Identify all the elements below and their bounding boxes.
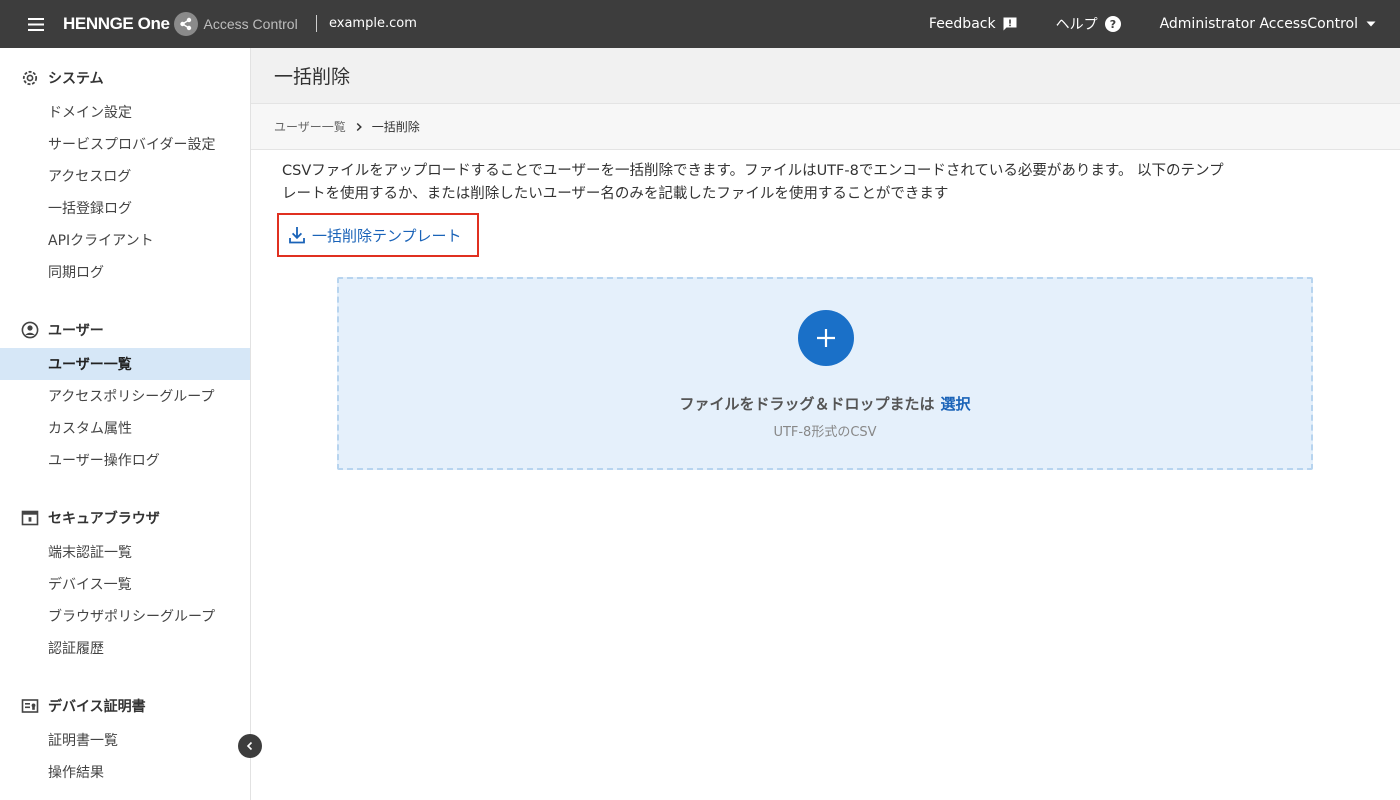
sidebar-item-custom-attributes[interactable]: カスタム属性	[0, 412, 250, 444]
gear-icon	[20, 68, 40, 88]
sidebar-section-device-certificates: デバイス証明書	[20, 695, 146, 717]
sidebar-item-access-log[interactable]: アクセスログ	[0, 160, 250, 192]
breadcrumb: ユーザー一覧 一括削除	[251, 104, 1400, 150]
dropzone-instruction: ファイルをドラッグ＆ドロップまたは 選択	[339, 393, 1311, 414]
feedback-label: Feedback	[928, 16, 996, 32]
sidebar-section-users: ユーザー	[20, 319, 104, 341]
logo-mark-icon	[173, 12, 198, 36]
download-template-label: 一括削除テンプレート	[312, 226, 462, 245]
product-name: Access Control	[203, 16, 298, 32]
sidebar-item-terminal-auth[interactable]: 端末認証一覧	[0, 536, 250, 568]
description-line-1: CSVファイルをアップロードすることでユーザーを一括削除できます。ファイルはUT…	[282, 163, 1224, 179]
user-circle-icon	[20, 320, 40, 340]
feedback-button[interactable]: Feedback	[929, 16, 1018, 32]
header-divider	[316, 15, 317, 32]
top-bar: HENNGE One Access Control example.com Fe…	[0, 0, 1400, 48]
sidebar: システム ドメイン設定 サービスプロバイダー設定 アクセスログ 一括登録ログ A…	[0, 48, 251, 800]
description-line-2: レートを使用するか、または削除したいユーザー名のみを記載したファイルを使用するこ…	[282, 186, 949, 202]
app-logo[interactable]: HENNGE One Access Control	[63, 12, 298, 36]
section-title: セキュアブラウザ	[48, 511, 160, 527]
sidebar-item-sp-settings[interactable]: サービスプロバイダー設定	[0, 128, 250, 160]
browser-window-icon	[20, 508, 40, 528]
download-icon	[288, 225, 306, 245]
chevron-right-icon	[354, 122, 364, 132]
feedback-icon	[1002, 16, 1018, 32]
sidebar-item-domain-settings[interactable]: ドメイン設定	[0, 96, 250, 128]
sidebar-item-api-clients[interactable]: APIクライアント	[0, 224, 250, 256]
sidebar-item-user-operation-log[interactable]: ユーザー操作ログ	[0, 444, 250, 476]
sidebar-item-bulk-register-log[interactable]: 一括登録ログ	[0, 192, 250, 224]
certificate-card-icon	[20, 696, 40, 716]
download-template-link[interactable]: 一括削除テンプレート	[277, 213, 479, 257]
plus-icon	[817, 329, 835, 347]
menu-icon[interactable]	[0, 0, 72, 48]
sidebar-item-certificate-list[interactable]: 証明書一覧	[0, 724, 250, 756]
select-file-link[interactable]: 選択	[941, 395, 971, 413]
section-title: デバイス証明書	[48, 699, 146, 715]
user-menu-button[interactable]: Administrator AccessControl	[1160, 16, 1378, 32]
help-label: ヘルプ	[1055, 17, 1098, 33]
breadcrumb-user-list[interactable]: ユーザー一覧	[274, 118, 346, 135]
page-title: 一括削除	[274, 66, 351, 88]
page-header: 一括削除	[251, 48, 1400, 104]
dropzone-main-text: ファイルをドラッグ＆ドロップまたは	[679, 395, 935, 413]
sidebar-item-sync-log[interactable]: 同期ログ	[0, 256, 250, 288]
tenant-domain: example.com	[329, 16, 417, 31]
user-name: Administrator AccessControl	[1159, 16, 1358, 32]
help-button[interactable]: ヘルプ ?	[1056, 14, 1122, 34]
add-file-button[interactable]	[798, 310, 854, 366]
sidebar-item-operation-results[interactable]: 操作結果	[0, 756, 250, 788]
sidebar-item-auth-history[interactable]: 認証履歴	[0, 632, 250, 664]
logo-text: HENNGE One	[63, 14, 170, 33]
file-dropzone[interactable]: ファイルをドラッグ＆ドロップまたは 選択 UTF-8形式のCSV	[337, 277, 1313, 470]
sidebar-item-access-policy-groups[interactable]: アクセスポリシーグループ	[0, 380, 250, 412]
chevron-left-icon	[246, 741, 253, 751]
section-title: ユーザー	[48, 323, 104, 339]
collapse-sidebar-button[interactable]	[238, 734, 262, 758]
svg-text:?: ?	[1109, 18, 1115, 31]
breadcrumb-current: 一括削除	[371, 120, 420, 134]
sidebar-item-device-list[interactable]: デバイス一覧	[0, 568, 250, 600]
sidebar-item-browser-policy-groups[interactable]: ブラウザポリシーグループ	[0, 600, 250, 632]
help-icon: ?	[1104, 15, 1122, 33]
caret-down-icon	[1364, 17, 1378, 31]
sidebar-section-secure-browser: セキュアブラウザ	[20, 507, 160, 529]
section-title: システム	[48, 71, 104, 87]
page-description: CSVファイルをアップロードすることでユーザーを一括削除できます。ファイルはUT…	[282, 160, 1332, 206]
main-content: 一括削除 ユーザー一覧 一括削除 CSVファイルをアップロードすることでユーザー…	[251, 48, 1400, 800]
dropzone-format-hint: UTF-8形式のCSV	[773, 425, 877, 440]
sidebar-section-system: システム	[20, 67, 104, 89]
sidebar-item-user-list[interactable]: ユーザー一覧	[0, 348, 250, 380]
